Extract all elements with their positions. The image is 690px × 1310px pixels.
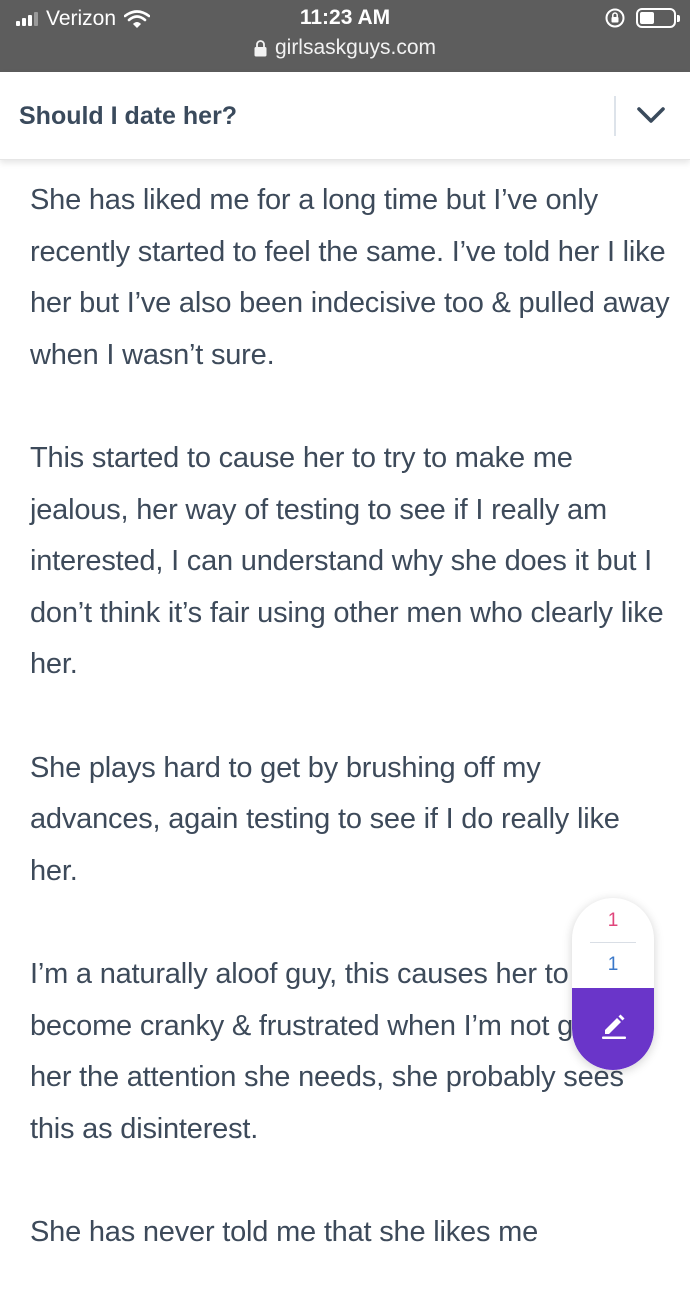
- body-paragraph: She plays hard to get by brushing off my…: [30, 751, 620, 887]
- status-right: [604, 7, 680, 29]
- question-header: Should I date her?: [0, 72, 690, 160]
- answer-count[interactable]: 1: [572, 954, 654, 976]
- header-divider: [614, 96, 616, 136]
- body-paragraph: This started to cause her to try to make…: [30, 441, 664, 681]
- question-body: She has liked me for a long time but I’v…: [30, 175, 670, 1310]
- battery-icon: [636, 8, 680, 28]
- body-paragraph: She has never told me that she likes me: [30, 1215, 539, 1248]
- orientation-lock-icon: [605, 8, 625, 28]
- opinion-count[interactable]: 1: [572, 910, 654, 932]
- floating-action-widget: 1 1: [572, 898, 654, 1070]
- clock: 11:23 AM: [299, 6, 391, 29]
- chevron-down-icon[interactable]: [636, 104, 666, 126]
- write-opinion-button[interactable]: [572, 988, 654, 1070]
- question-title: Should I date her?: [19, 102, 238, 130]
- url-text: girlsaskguys.com: [274, 36, 437, 59]
- padlock-icon: [254, 39, 267, 56]
- counter-divider: [590, 942, 636, 943]
- body-paragraph: She has liked me for a long time but I’v…: [30, 184, 670, 371]
- address-bar[interactable]: girlsaskguys.com: [0, 36, 690, 60]
- pencil-icon: [602, 1014, 626, 1039]
- status-bar: Verizon 11:23 AM girlsaskguys.com: [0, 0, 690, 72]
